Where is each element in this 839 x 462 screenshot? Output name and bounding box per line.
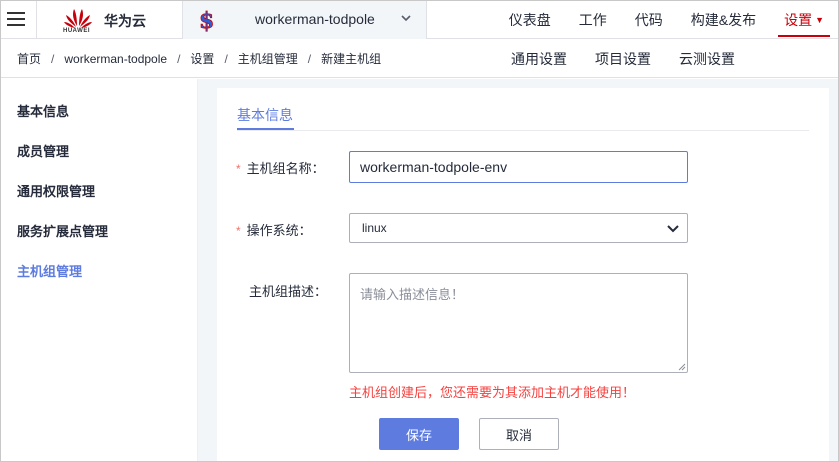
project-selector[interactable]: $ workerman-todpole — [182, 1, 427, 39]
nav-label: 设置 — [784, 12, 813, 28]
nav-label: 工作 — [578, 12, 607, 28]
nav-label: 代码 — [634, 12, 663, 28]
description-textarea[interactable] — [349, 273, 688, 373]
nav-dashboard[interactable]: 仪表盘 — [495, 1, 565, 39]
nav-code[interactable]: 代码 — [621, 1, 677, 39]
cancel-button[interactable]: 取消 — [479, 418, 559, 450]
os-select-value: linux — [362, 221, 387, 235]
divider — [36, 1, 37, 39]
breadcrumb-separator: / — [177, 52, 181, 66]
os-select[interactable]: linux — [349, 213, 688, 243]
logo-text: HUAWEI — [63, 28, 90, 34]
sidebar-item-host-groups[interactable]: 主机组管理 — [17, 261, 82, 280]
resize-handle-icon[interactable] — [678, 363, 686, 371]
description-label: 主机组描述： — [249, 284, 328, 299]
nav-settings[interactable]: 设置 ▼ — [770, 1, 838, 39]
chevron-down-icon — [667, 225, 679, 233]
breadcrumb-separator: / — [51, 52, 55, 66]
os-label: * 操作系统： — [236, 220, 312, 239]
breadcrumb-separator: / — [224, 52, 228, 66]
breadcrumb-host-groups[interactable]: 主机组管理 — [238, 52, 298, 66]
sidebar-item-permissions[interactable]: 通用权限管理 — [17, 181, 95, 200]
project-name: workerman-todpole — [255, 11, 375, 27]
brand-name[interactable]: 华为云 — [104, 11, 146, 31]
nav-build-release[interactable]: 构建&发布 — [677, 1, 770, 39]
menu-icon[interactable] — [7, 11, 25, 27]
svg-text:$: $ — [199, 8, 214, 33]
breadcrumb-settings[interactable]: 设置 — [190, 52, 214, 66]
breadcrumb: 首页 / workerman-todpole / 设置 / 主机组管理 / 新建主机组 — [17, 40, 381, 78]
dollar-icon: $ — [199, 8, 215, 33]
settings-subnav: 通用设置 项目设置 云测设置 — [497, 40, 749, 78]
label-text: 主机组名称： — [246, 161, 325, 176]
top-navbar: HUAWEI 华为云 $ workerman-todpole 仪表盘 工作 代码… — [1, 1, 838, 39]
settings-sidebar: 基本信息 成员管理 通用权限管理 服务扩展点管理 主机组管理 — [1, 79, 198, 461]
breadcrumb-separator: / — [307, 52, 312, 66]
breadcrumb-project[interactable]: workerman-todpole — [64, 52, 167, 66]
subnav-project-settings[interactable]: 项目设置 — [581, 40, 665, 78]
host-group-name-label: * 主机组名称： — [236, 158, 325, 177]
breadcrumb-home[interactable]: 首页 — [17, 52, 41, 66]
nav-label: 构建&发布 — [690, 12, 757, 28]
chevron-down-icon — [401, 15, 411, 22]
divider — [237, 130, 809, 131]
tab-basic-info[interactable]: 基本信息 — [237, 105, 293, 125]
save-button[interactable]: 保存 — [379, 418, 459, 450]
app-window: HUAWEI 华为云 $ workerman-todpole 仪表盘 工作 代码… — [0, 0, 839, 462]
sub-header: 首页 / workerman-todpole / 设置 / 主机组管理 / 新建主机组 通用设置… — [1, 40, 838, 78]
subnav-general-settings[interactable]: 通用设置 — [497, 40, 581, 78]
caret-down-icon: ▼ — [815, 15, 824, 25]
sidebar-item-members[interactable]: 成员管理 — [17, 141, 69, 160]
subnav-cloudtest-settings[interactable]: 云测设置 — [665, 40, 749, 78]
main-nav: 仪表盘 工作 代码 构建&发布 设置 ▼ — [495, 1, 838, 39]
sidebar-item-service-endpoints[interactable]: 服务扩展点管理 — [17, 221, 108, 240]
nav-work[interactable]: 工作 — [565, 1, 621, 39]
nav-label: 仪表盘 — [508, 12, 551, 28]
sidebar-item-basic-info[interactable]: 基本信息 — [17, 101, 69, 120]
required-mark: * — [236, 224, 241, 238]
host-group-name-input[interactable] — [349, 151, 688, 183]
required-mark: * — [236, 162, 241, 176]
breadcrumb-current: 新建主机组 — [321, 52, 382, 66]
warning-hint: 主机组创建后，您还需要为其添加主机才能使用！ — [349, 385, 636, 400]
label-text: 操作系统： — [246, 223, 312, 238]
